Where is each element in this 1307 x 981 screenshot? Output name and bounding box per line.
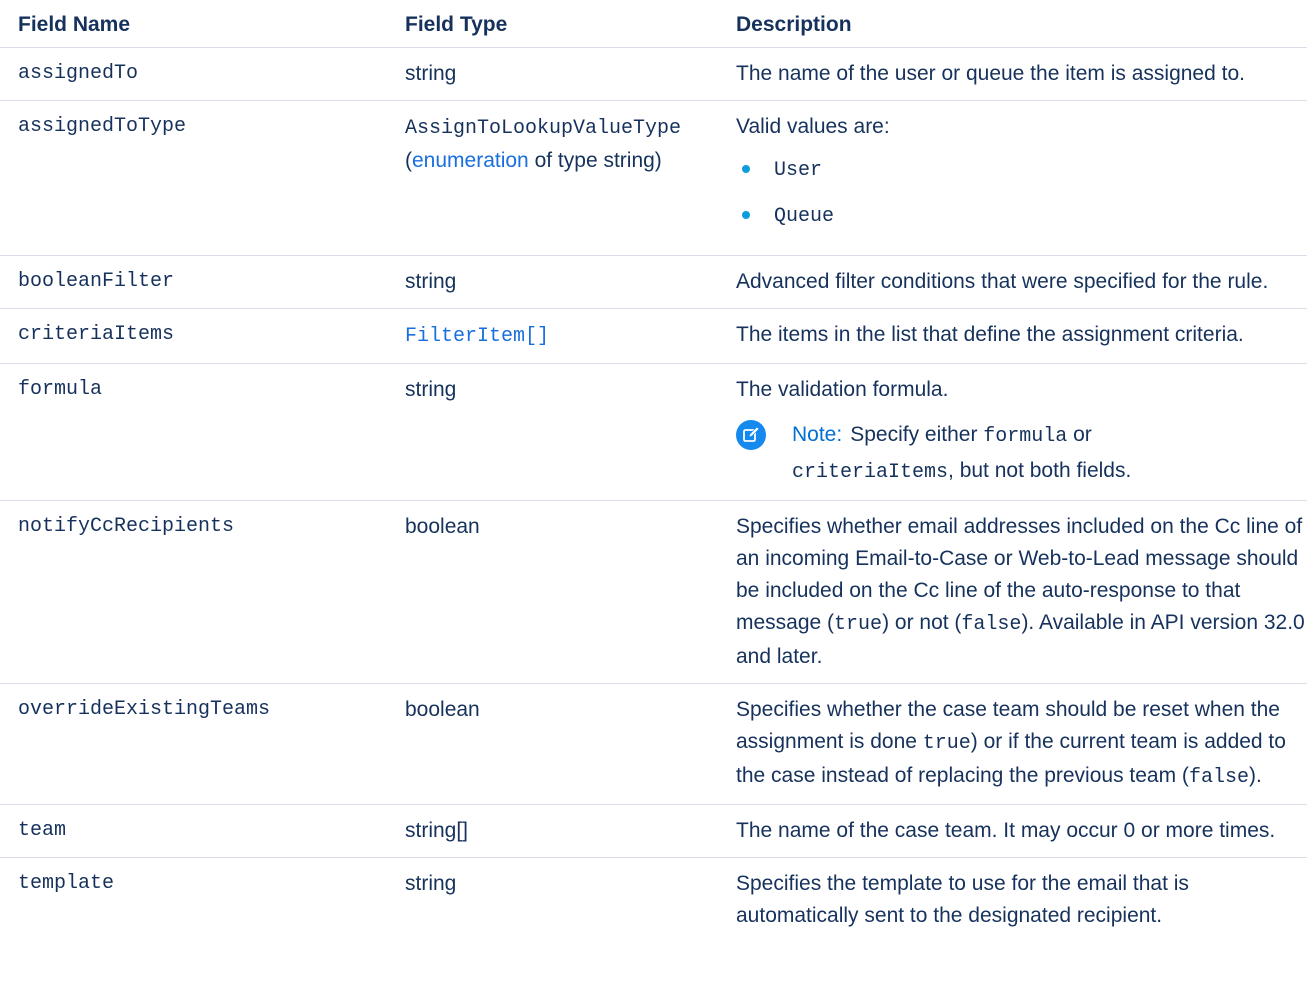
description-text: The validation formula. xyxy=(736,378,949,401)
field-name: team xyxy=(0,804,387,858)
bullet-icon xyxy=(742,211,750,219)
field-description: The items in the list that define the as… xyxy=(718,308,1307,364)
field-description: The name of the user or queue the item i… xyxy=(718,47,1307,101)
table-row: formula string The validation formula. N… xyxy=(0,363,1307,501)
field-type: FilterItem[] xyxy=(387,308,718,364)
type-code: AssignToLookupValueType xyxy=(405,117,682,140)
table-row: assignedTo string The name of the user o… xyxy=(0,47,1307,101)
type-open-paren: ( xyxy=(405,149,412,172)
field-description: Valid values are: User Queue xyxy=(718,100,1307,256)
note-label: Note: xyxy=(792,423,843,446)
field-description: Specifies the template to use for the em… xyxy=(736,872,1189,927)
field-description: Specifies whether email addresses includ… xyxy=(718,500,1307,684)
field-description: The validation formula. Note: Specify eit… xyxy=(718,363,1307,501)
note-text-3: , but not both fields. xyxy=(948,459,1132,482)
field-description: Specifies whether the case team should b… xyxy=(718,683,1307,805)
field-description: Advanced filter conditions that were spe… xyxy=(718,255,1307,309)
field-name: assignedToType xyxy=(0,100,387,256)
header-field-type: Field Type xyxy=(387,0,718,48)
note-code-criteria: criteriaItems xyxy=(792,461,949,484)
code-true: true xyxy=(834,613,883,636)
field-name: notifyCcRecipients xyxy=(0,500,387,684)
table-row: team string[] The name of the case team.… xyxy=(0,804,1307,858)
fields-table: Field Name Field Type Description assign… xyxy=(0,0,1307,942)
table-row: booleanFilter string Advanced filter con… xyxy=(0,255,1307,309)
field-type: string xyxy=(387,363,718,501)
note-text-1: Specify either xyxy=(850,423,984,446)
field-type: string xyxy=(405,872,457,895)
field-type: AssignToLookupValueType (enumeration of … xyxy=(387,100,718,256)
description-part-3: ). xyxy=(1248,764,1262,787)
table-row: notifyCcRecipients boolean Specifies whe… xyxy=(0,500,1307,684)
value-queue: Queue xyxy=(774,205,835,228)
note-callout: Note: Specify either formula or criteriaIt… xyxy=(736,418,1307,490)
type-rest: of type string) xyxy=(528,149,662,172)
table-row: criteriaItems FilterItem[] The items in … xyxy=(0,308,1307,364)
field-name: template xyxy=(18,872,115,895)
list-item: User xyxy=(736,153,1307,187)
field-type: string xyxy=(387,255,718,309)
enumeration-link[interactable]: enumeration xyxy=(412,149,529,172)
note-text-2: or xyxy=(1067,423,1092,446)
valid-values-list: User Queue xyxy=(736,153,1307,233)
field-type: string[] xyxy=(387,804,718,858)
field-description: The name of the case team. It may occur … xyxy=(718,804,1307,858)
field-name: assignedTo xyxy=(0,47,387,101)
field-type: boolean xyxy=(387,683,718,805)
list-item: Queue xyxy=(736,199,1307,233)
note-text: Note: Specify either formula or criteriaIt… xyxy=(792,418,1131,490)
code-false: false xyxy=(961,613,1022,636)
note-code-formula: formula xyxy=(983,425,1068,448)
value-user: User xyxy=(774,159,823,182)
header-field-name: Field Name xyxy=(0,0,387,48)
edit-note-icon xyxy=(736,420,766,450)
table-row: assignedToType AssignToLookupValueType (… xyxy=(0,100,1307,256)
header-description: Description xyxy=(718,0,1307,48)
field-type: boolean xyxy=(387,500,718,684)
table-row: template string Specifies the template t… xyxy=(0,858,1307,943)
description-part-2: ) or not ( xyxy=(882,611,962,634)
code-false: false xyxy=(1188,766,1249,789)
field-name: overrideExistingTeams xyxy=(0,683,387,805)
field-name: formula xyxy=(0,363,387,501)
bullet-icon xyxy=(742,165,750,173)
table-row: overrideExistingTeams boolean Specifies … xyxy=(0,683,1307,805)
field-name: criteriaItems xyxy=(0,308,387,364)
field-name: booleanFilter xyxy=(0,255,387,309)
description-text: Valid values are: xyxy=(736,115,890,138)
field-type: string xyxy=(387,47,718,101)
code-true: true xyxy=(922,732,971,755)
filteritem-link[interactable]: FilterItem[] xyxy=(405,325,549,348)
table-header-row: Field Name Field Type Description xyxy=(0,0,1307,48)
